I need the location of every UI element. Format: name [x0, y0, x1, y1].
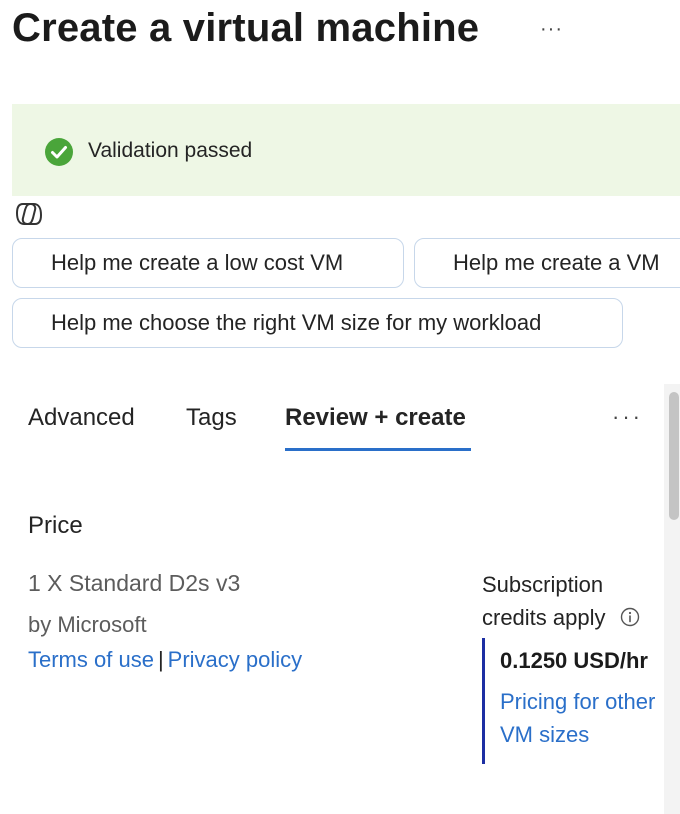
- info-icon[interactable]: [620, 607, 640, 627]
- price-value: 0.1250 USD/hr: [500, 648, 648, 673]
- tab-advanced[interactable]: Advanced: [28, 404, 135, 432]
- tab-tags[interactable]: Tags: [186, 404, 237, 432]
- publisher-text: by Microsoft: [28, 612, 147, 637]
- subscription-credits-label: Subscription credits apply: [482, 572, 606, 630]
- suggestion-create-vm-button[interactable]: Help me create a VM: [414, 238, 680, 288]
- suggestion-low-cost-vm-button[interactable]: Help me create a low cost VM: [12, 238, 404, 288]
- more-options-button[interactable]: ···: [540, 14, 563, 44]
- scrollbar-thumb[interactable]: [669, 392, 679, 520]
- tab-bar: Advanced Tags Review + create ···: [0, 390, 664, 454]
- page: Create a virtual machine ··· Validation …: [0, 0, 680, 814]
- pricing-other-sizes-link[interactable]: Pricing for other VM sizes: [500, 685, 670, 751]
- validation-status-text: Validation passed: [88, 139, 253, 162]
- checkmark-circle-icon: [45, 138, 73, 166]
- page-title: Create a virtual machine: [12, 6, 480, 50]
- privacy-policy-link[interactable]: Privacy policy: [168, 647, 302, 672]
- vm-product-name: 1 X Standard D2s v3: [28, 570, 241, 596]
- subscription-credits: Subscription credits apply: [482, 568, 662, 634]
- suggestion-vm-size-button[interactable]: Help me choose the right VM size for my …: [12, 298, 623, 348]
- price-heading: Price: [28, 512, 83, 539]
- tabs-more-button[interactable]: ···: [612, 404, 643, 430]
- legal-links: Terms of use | Privacy policy: [28, 647, 302, 673]
- link-separator: |: [157, 647, 164, 672]
- validation-banner: Validation passed: [12, 104, 680, 196]
- terms-of-use-link[interactable]: Terms of use: [28, 647, 154, 672]
- copilot-icon: [16, 203, 42, 225]
- active-tab-indicator: [285, 448, 471, 451]
- tab-review-create[interactable]: Review + create: [285, 404, 466, 432]
- price-block: 0.1250 USD/hr Pricing for other VM sizes: [482, 638, 664, 764]
